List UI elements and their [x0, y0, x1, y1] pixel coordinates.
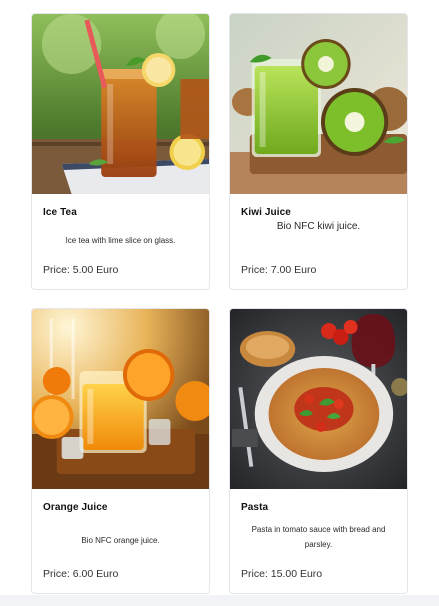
pasta-image[interactable] [230, 309, 407, 489]
product-price: Price: 7.00 Euro [241, 264, 317, 276]
product-grid-page: Ice Tea Ice tea with lime slice on glass… [0, 0, 439, 606]
product-card-kiwi-juice[interactable]: Kiwi Juice Bio NFC kiwi juice. Price: 7.… [229, 13, 408, 290]
kiwi-juice-photo-icon [230, 14, 407, 194]
product-name: Pasta [241, 502, 269, 513]
ice-tea-image[interactable] [32, 14, 209, 194]
product-price: Price: 6.00 Euro [43, 568, 119, 580]
bottom-strip [0, 595, 439, 606]
ice-tea-photo-icon [32, 14, 209, 194]
product-name: Orange Juice [43, 502, 108, 513]
product-description: Pasta in tomato sauce with bread and par… [251, 525, 386, 549]
orange-juice-image[interactable] [32, 309, 209, 489]
product-price: Price: 5.00 Euro [43, 264, 119, 276]
product-card-ice-tea[interactable]: Ice Tea Ice tea with lime slice on glass… [31, 13, 210, 290]
product-name: Ice Tea [43, 207, 77, 218]
pasta-photo-icon [230, 309, 407, 489]
orange-juice-photo-icon [32, 309, 209, 489]
product-card-pasta[interactable]: Pasta Pasta in tomato sauce with bread a… [229, 308, 408, 594]
product-description: Bio NFC kiwi juice. [276, 221, 361, 232]
product-card-orange-juice[interactable]: Orange Juice Bio NFC orange juice. Price… [31, 308, 210, 594]
product-price: Price: 15.00 Euro [241, 568, 323, 580]
kiwi-juice-image[interactable] [230, 14, 407, 194]
product-description: Bio NFC orange juice. [81, 536, 160, 545]
product-description: Ice tea with lime slice on glass. [65, 236, 176, 245]
product-name: Kiwi Juice [241, 207, 291, 218]
